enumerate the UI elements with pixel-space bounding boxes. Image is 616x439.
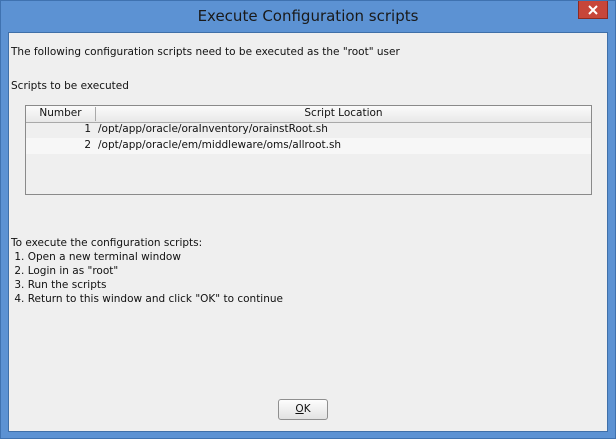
- instruction-step: 3. Run the scripts: [11, 279, 107, 291]
- window-title: Execute Configuration scripts: [197, 7, 419, 25]
- row-number: 1: [84, 123, 91, 135]
- column-header-script-location[interactable]: Script Location: [96, 107, 591, 121]
- ok-mnemonic: O: [295, 403, 304, 415]
- column-header-number[interactable]: Number: [26, 107, 96, 121]
- ok-button[interactable]: OK: [278, 399, 328, 420]
- instructions-heading: To execute the configuration scripts:: [11, 237, 203, 249]
- intro-text: The following configuration scripts need…: [11, 46, 400, 58]
- table-row[interactable]: 2 /opt/app/oracle/em/middleware/oms/allr…: [26, 138, 591, 154]
- scripts-table[interactable]: Number Script Location 1 /opt/app/oracle…: [25, 105, 592, 195]
- title-bar[interactable]: Execute Configuration scripts: [1, 1, 615, 32]
- row-script-location: /opt/app/oracle/oraInventory/orainstRoot…: [98, 123, 328, 135]
- instruction-step: 2. Login in as "root": [11, 265, 119, 277]
- ok-label-rest: K: [303, 403, 311, 415]
- dialog-window: Execute Configuration scripts The follow…: [0, 0, 616, 439]
- scripts-label: Scripts to be executed: [11, 80, 129, 92]
- row-number: 2: [84, 139, 91, 151]
- instruction-step: 1. Open a new terminal window: [11, 251, 181, 263]
- table-header: Number Script Location: [26, 106, 591, 123]
- table-row[interactable]: 1 /opt/app/oracle/oraInventory/orainstRo…: [26, 122, 591, 138]
- dialog-content: The following configuration scripts need…: [8, 32, 608, 432]
- instruction-step: 4. Return to this window and click "OK" …: [11, 293, 283, 305]
- close-button[interactable]: [578, 1, 608, 19]
- row-script-location: /opt/app/oracle/em/middleware/oms/allroo…: [98, 139, 342, 151]
- close-icon: [588, 4, 598, 15]
